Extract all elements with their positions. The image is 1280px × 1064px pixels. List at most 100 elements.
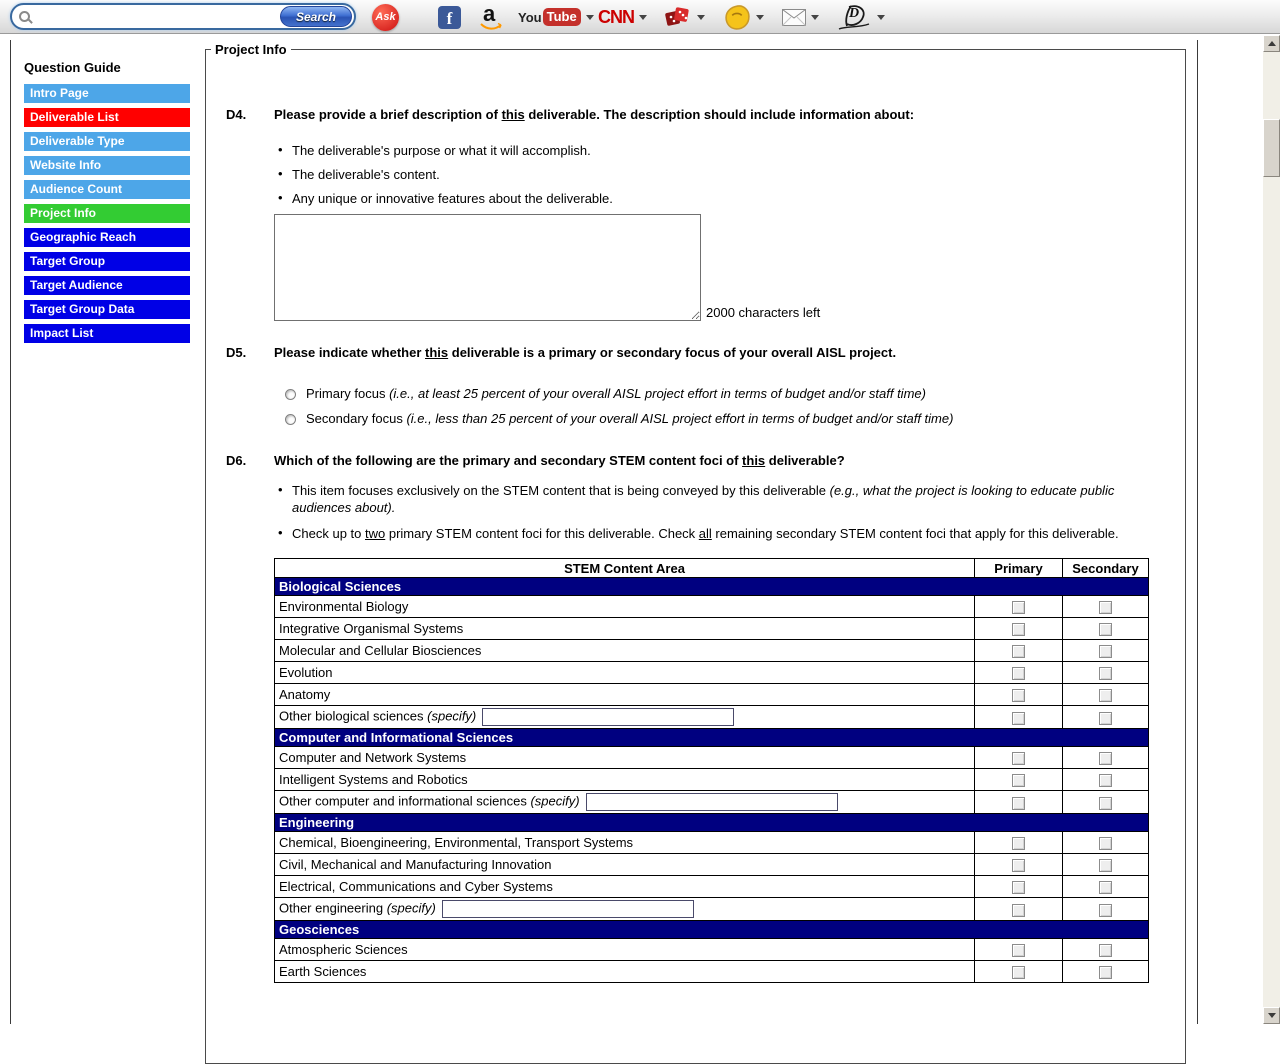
specify-input[interactable] <box>586 793 838 811</box>
primary-focus-option: Primary focus (i.e., at least 25 percent… <box>285 386 1185 402</box>
toolbar-search-box: Search <box>10 3 356 30</box>
primary-checkbox[interactable] <box>1012 837 1025 850</box>
scroll-up-button[interactable] <box>1263 35 1280 52</box>
primary-checkbox[interactable] <box>1012 859 1025 872</box>
question-d5: D5. Please indicate whether this deliver… <box>226 345 1185 360</box>
sidebar-item-project-info[interactable]: Project Info <box>24 204 190 223</box>
stem-area-label: Molecular and Cellular Biosciences <box>279 643 481 658</box>
sidebar-item-intro-page[interactable]: Intro Page <box>24 84 190 103</box>
signature-dropdown-caret-icon[interactable] <box>877 15 885 20</box>
sidebar-item-impact-list[interactable]: Impact List <box>24 324 190 343</box>
sidebar-item-target-audience[interactable]: Target Audience <box>24 276 190 295</box>
header-stem-content-area: STEM Content Area <box>275 559 975 578</box>
youtube-icon[interactable]: You <box>518 10 542 25</box>
stem-table-header-row: STEM Content Area Primary Secondary <box>275 559 1149 578</box>
search-button[interactable]: Search <box>280 6 352 27</box>
specify-input[interactable] <box>442 900 694 918</box>
stem-area-label: Anatomy <box>279 687 330 702</box>
secondary-checkbox[interactable] <box>1099 601 1112 614</box>
primary-checkbox[interactable] <box>1012 944 1025 957</box>
sidebar-item-deliverable-list[interactable]: Deliverable List <box>24 108 190 127</box>
yellow-dropdown-caret-icon[interactable] <box>756 15 764 20</box>
scroll-up-arrow-icon <box>1268 41 1276 46</box>
secondary-checkbox[interactable] <box>1099 944 1112 957</box>
secondary-focus-radio[interactable] <box>285 414 296 425</box>
primary-checkbox[interactable] <box>1012 645 1025 658</box>
sidebar-item-website-info[interactable]: Website Info <box>24 156 190 175</box>
question-d5-text: Please indicate whether this deliverable… <box>274 345 1185 360</box>
stem-area-label: Evolution <box>279 665 332 680</box>
amazon-icon[interactable]: a <box>478 4 504 31</box>
vertical-scrollbar[interactable] <box>1263 35 1280 1024</box>
secondary-checkbox[interactable] <box>1099 904 1112 917</box>
primary-checkbox[interactable] <box>1012 689 1025 702</box>
question-d5-number: D5. <box>226 345 274 360</box>
secondary-checkbox[interactable] <box>1099 837 1112 850</box>
signature-d-icon[interactable]: D <box>836 2 872 32</box>
bullet-icon: • <box>278 142 292 159</box>
stem-row: Chemical, Bioengineering, Environmental,… <box>275 832 1149 854</box>
secondary-checkbox[interactable] <box>1099 712 1112 725</box>
stem-section-row: Computer and Informational Sciences <box>275 729 1149 747</box>
primary-checkbox[interactable] <box>1012 601 1025 614</box>
question-d4: D4. Please provide a brief description o… <box>226 107 1185 122</box>
scroll-down-button[interactable] <box>1263 1007 1280 1024</box>
stem-row: Computer and Network Systems <box>275 747 1149 769</box>
sidebar-item-deliverable-type[interactable]: Deliverable Type <box>24 132 190 151</box>
primary-checkbox[interactable] <box>1012 904 1025 917</box>
sidebar-item-target-group[interactable]: Target Group <box>24 252 190 271</box>
stem-content-table: STEM Content Area Primary Secondary Biol… <box>274 558 1149 983</box>
dice-icon[interactable] <box>664 4 692 30</box>
specify-input[interactable] <box>482 708 734 726</box>
mail-icon[interactable] <box>782 9 806 26</box>
primary-checkbox[interactable] <box>1012 881 1025 894</box>
bullet-icon: • <box>278 190 292 207</box>
primary-checkbox[interactable] <box>1012 752 1025 765</box>
header-primary: Primary <box>975 559 1063 578</box>
cnn-icon[interactable]: CNN <box>598 7 634 28</box>
secondary-checkbox[interactable] <box>1099 645 1112 658</box>
dice-dropdown-caret-icon[interactable] <box>697 15 705 20</box>
secondary-checkbox[interactable] <box>1099 859 1112 872</box>
ask-icon[interactable]: Ask <box>372 4 399 31</box>
sidebar-item-target-group-data[interactable]: Target Group Data <box>24 300 190 319</box>
scrollbar-thumb[interactable] <box>1263 119 1280 177</box>
cnn-dropdown-caret-icon[interactable] <box>639 15 647 20</box>
secondary-checkbox[interactable] <box>1099 881 1112 894</box>
sidebar-item-audience-count[interactable]: Audience Count <box>24 180 190 199</box>
secondary-checkbox[interactable] <box>1099 774 1112 787</box>
stem-area-label: Other biological sciences <box>279 708 427 723</box>
stem-section-row: Engineering <box>275 814 1149 832</box>
primary-focus-radio[interactable] <box>285 389 296 400</box>
secondary-checkbox[interactable] <box>1099 623 1112 636</box>
secondary-checkbox[interactable] <box>1099 667 1112 680</box>
search-input[interactable] <box>30 7 280 27</box>
d6-bullet-2: • Check up to two primary STEM content f… <box>278 525 1185 542</box>
secondary-checkbox[interactable] <box>1099 689 1112 702</box>
secondary-checkbox[interactable] <box>1099 752 1112 765</box>
primary-checkbox[interactable] <box>1012 797 1025 810</box>
secondary-checkbox[interactable] <box>1099 966 1112 979</box>
question-d6: D6. Which of the following are the prima… <box>226 453 1185 468</box>
primary-checkbox[interactable] <box>1012 966 1025 979</box>
deliverable-description-textarea[interactable] <box>274 214 701 321</box>
facebook-icon[interactable]: f <box>438 6 461 29</box>
mail-dropdown-caret-icon[interactable] <box>811 15 819 20</box>
primary-checkbox[interactable] <box>1012 623 1025 636</box>
primary-checkbox[interactable] <box>1012 667 1025 680</box>
secondary-checkbox[interactable] <box>1099 797 1112 810</box>
sidebar-item-geographic-reach[interactable]: Geographic Reach <box>24 228 190 247</box>
d6-bullets: • This item focuses exclusively on the S… <box>278 482 1185 542</box>
specify-label: (specify) <box>530 793 579 808</box>
youtube-dropdown-caret-icon[interactable] <box>586 15 594 20</box>
primary-checkbox[interactable] <box>1012 712 1025 725</box>
stem-area-label: Intelligent Systems and Robotics <box>279 772 468 787</box>
d6-bullet-1: • This item focuses exclusively on the S… <box>278 482 1185 516</box>
yellow-logo-icon[interactable] <box>724 4 751 31</box>
d4-bullet-1: • The deliverable's purpose or what it w… <box>278 142 1185 159</box>
d5-options: Primary focus (i.e., at least 25 percent… <box>285 386 1185 427</box>
youtube-tube-badge[interactable]: Tube <box>543 8 581 26</box>
specify-label: (specify) <box>427 708 476 723</box>
primary-checkbox[interactable] <box>1012 774 1025 787</box>
question-d6-number: D6. <box>226 453 274 468</box>
